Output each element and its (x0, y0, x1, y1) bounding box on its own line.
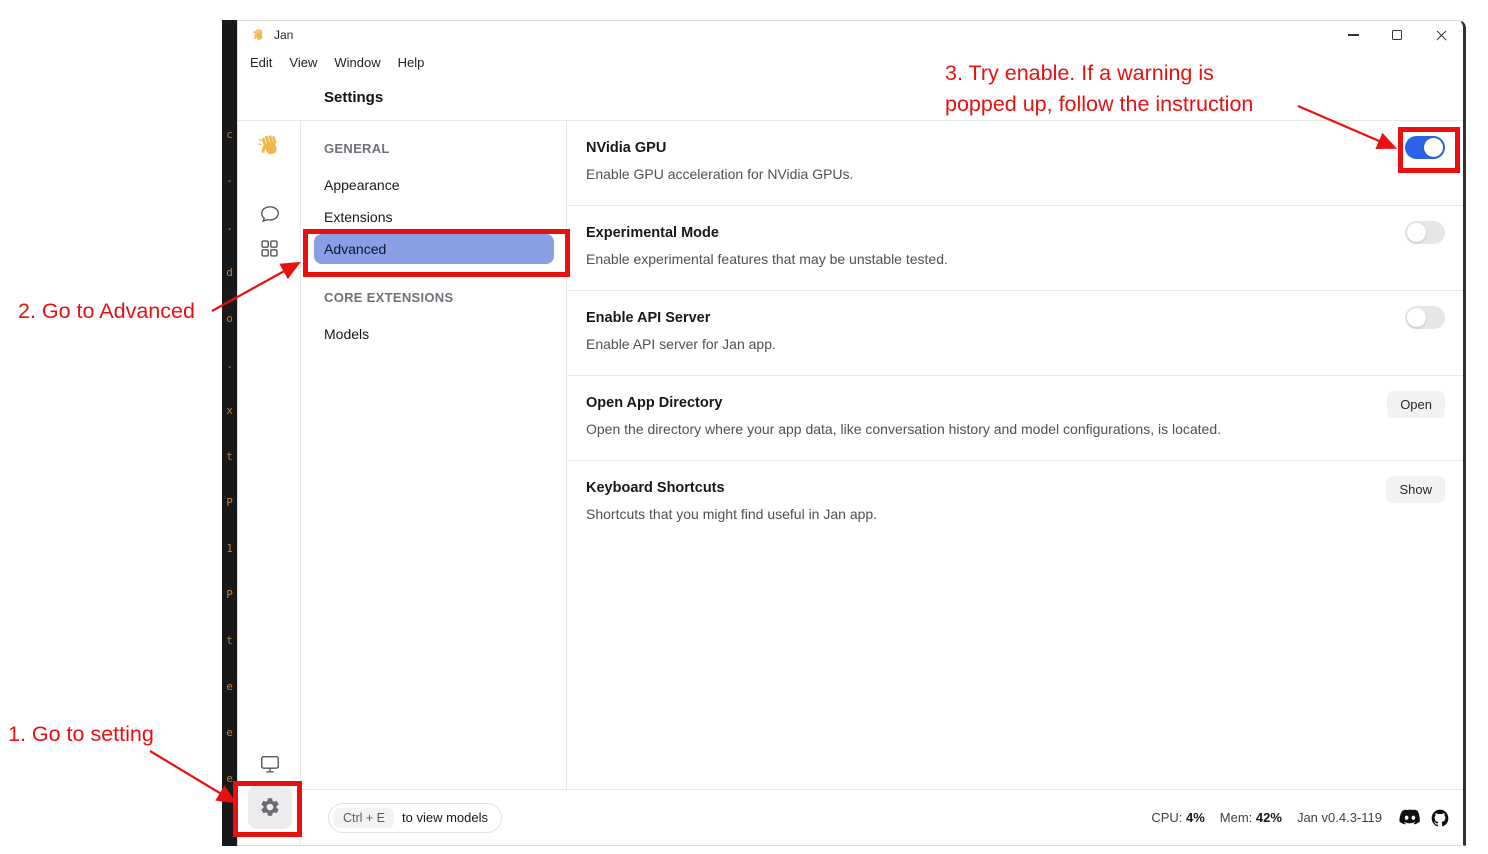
cpu-usage: CPU: 4% (1151, 810, 1204, 825)
setting-description: Enable GPU acceleration for NVidia GPUs. (586, 166, 1445, 182)
monitor-icon (259, 753, 281, 775)
page-title: Settings (324, 89, 383, 106)
setting-title: Open App Directory (586, 395, 1445, 411)
background-terminal-strip: c - . d o . x t P 1 P t e e e (222, 20, 237, 846)
titlebar: Jan (238, 21, 1463, 49)
nav-section-general: GENERAL (314, 141, 554, 156)
view-models-hint-pill: Ctrl + E to view models (328, 803, 502, 833)
status-readouts: CPU: 4% Mem: 42% Jan v0.4.3-119 (1151, 808, 1450, 828)
setting-description: Enable API server for Jan app. (586, 336, 1445, 352)
annotation-box-gear (233, 781, 302, 837)
annotation-box-advanced (303, 229, 570, 277)
chat-bubble-icon (259, 203, 281, 225)
settings-nav: GENERAL Appearance Extensions Advanced C… (302, 121, 567, 791)
minimize-button[interactable] (1331, 21, 1375, 49)
nav-item-extensions[interactable]: Extensions (314, 202, 554, 232)
minimize-icon (1348, 34, 1359, 36)
sidebar-item-home[interactable] (238, 133, 301, 160)
setting-row-open-app-directory: Open App Directory Open the directory wh… (568, 376, 1463, 461)
github-icon[interactable] (1430, 808, 1450, 828)
arrow-step1 (150, 751, 233, 801)
annotation-step1-text: 1. Go to setting (8, 719, 154, 750)
setting-row-keyboard-shortcuts: Keyboard Shortcuts Shortcuts that you mi… (568, 461, 1463, 546)
setting-row-api-server: Enable API Server Enable API server for … (568, 291, 1463, 376)
sidebar-item-chat[interactable] (238, 203, 301, 225)
shortcut-key-badge: Ctrl + E (334, 808, 394, 828)
bottom-bar: Ctrl + E to view models CPU: 4% Mem: 42%… (302, 789, 1463, 845)
annotation-step3-text: 3. Try enable. If a warning is popped up… (945, 58, 1325, 120)
discord-icon[interactable] (1399, 809, 1421, 826)
maximize-icon (1392, 30, 1402, 40)
close-button[interactable] (1419, 21, 1463, 49)
sidebar-item-system-monitor[interactable] (238, 753, 301, 775)
setting-title: Experimental Mode (586, 225, 1445, 241)
setting-description: Shortcuts that you might find useful in … (586, 506, 1445, 522)
close-icon (1435, 29, 1448, 42)
setting-row-nvidia-gpu: NVidia GPU Enable GPU acceleration for N… (568, 121, 1463, 206)
shortcut-hint-text: to view models (402, 810, 488, 825)
setting-title: Enable API Server (586, 310, 1445, 326)
setting-row-experimental-mode: Experimental Mode Enable experimental fe… (568, 206, 1463, 291)
social-links (1399, 808, 1450, 828)
mem-usage: Mem: 42% (1220, 810, 1282, 825)
setting-title: Keyboard Shortcuts (586, 480, 1445, 496)
show-button[interactable]: Show (1386, 476, 1445, 503)
experimental-mode-toggle[interactable] (1405, 221, 1445, 244)
wave-hand-icon (256, 133, 283, 160)
setting-description: Open the directory where your app data, … (586, 421, 1445, 437)
open-button[interactable]: Open (1387, 391, 1445, 418)
annotation-step2-text: 2. Go to Advanced (18, 296, 195, 327)
maximize-button[interactable] (1375, 21, 1419, 49)
menu-window[interactable]: Window (334, 55, 380, 70)
nav-item-models[interactable]: Models (314, 319, 554, 349)
settings-content: NVidia GPU Enable GPU acceleration for N… (568, 121, 1463, 791)
jan-logo-hand-icon (251, 28, 266, 43)
menu-help[interactable]: Help (398, 55, 425, 70)
menu-view[interactable]: View (289, 55, 317, 70)
window-controls (1331, 21, 1463, 49)
page: c - . d o . x t P 1 P t e e e Jan (0, 0, 1488, 854)
api-server-toggle[interactable] (1405, 306, 1445, 329)
window-title: Jan (274, 28, 293, 42)
annotation-box-toggle (1398, 127, 1460, 173)
setting-title: NVidia GPU (586, 140, 1445, 156)
nav-section-core-extensions: CORE EXTENSIONS (314, 290, 554, 305)
sidebar-item-hub[interactable] (238, 238, 301, 259)
setting-description: Enable experimental features that may be… (586, 251, 1445, 267)
nav-item-appearance[interactable]: Appearance (314, 170, 554, 200)
grid-icon (259, 238, 280, 259)
jan-app-window: Jan Edit View Window Help Settings (237, 20, 1466, 846)
app-version: Jan v0.4.3-119 (1297, 810, 1382, 825)
icon-sidebar (238, 121, 301, 845)
menu-edit[interactable]: Edit (250, 55, 272, 70)
